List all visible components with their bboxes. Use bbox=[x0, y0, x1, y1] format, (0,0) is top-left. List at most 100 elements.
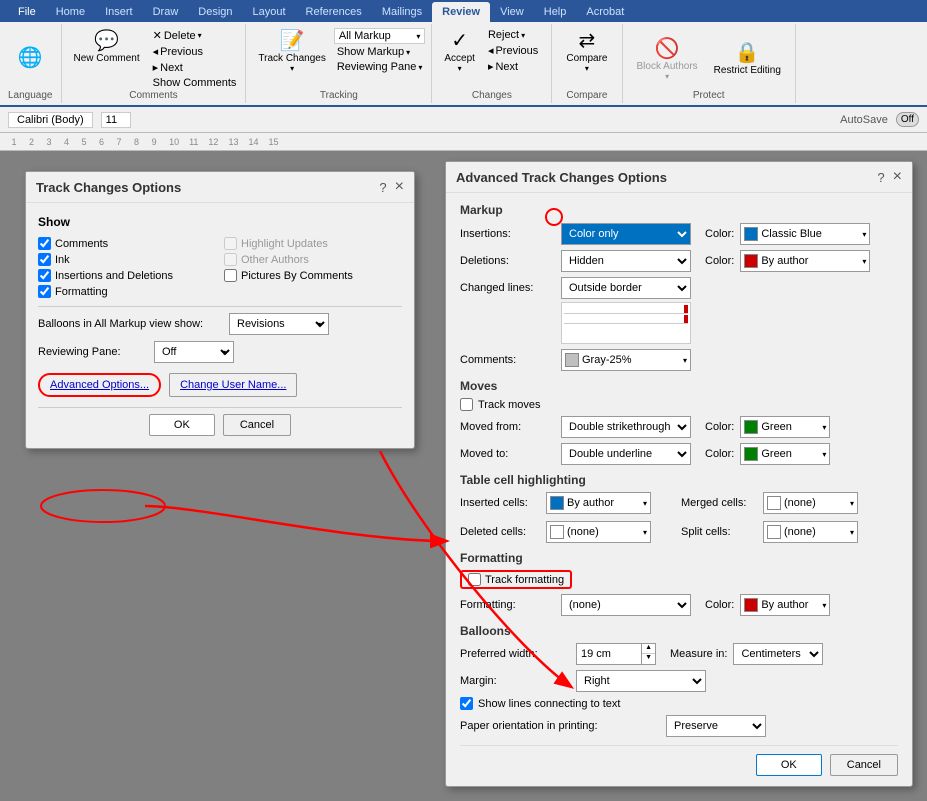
tco-help-button[interactable]: ? bbox=[379, 180, 386, 195]
reject-button[interactable]: Reject ▾ bbox=[485, 28, 541, 42]
next-comment-button[interactable]: ▸ Next bbox=[150, 60, 240, 75]
cb-pictures-input[interactable] bbox=[224, 269, 237, 282]
cb-other-authors: Other Authors bbox=[224, 253, 402, 266]
tco-ok-button[interactable]: OK bbox=[149, 414, 215, 436]
atco-moved-to-color-arrow: ▾ bbox=[822, 450, 826, 459]
atco-inserted-cells-select[interactable]: By author ▾ bbox=[546, 492, 651, 514]
tco-link-buttons-row: Advanced Options... Change User Name... bbox=[38, 373, 402, 397]
tco-reviewing-select[interactable]: Off bbox=[154, 341, 234, 363]
tab-view[interactable]: View bbox=[490, 2, 534, 22]
tab-references[interactable]: References bbox=[296, 2, 372, 22]
tab-acrobat[interactable]: Acrobat bbox=[576, 2, 634, 22]
atco-help-button[interactable]: ? bbox=[877, 170, 884, 185]
tco-title: Track Changes Options bbox=[36, 180, 181, 195]
change-user-name-button[interactable]: Change User Name... bbox=[169, 373, 297, 397]
atco-deleted-cells-select[interactable]: (none) ▾ bbox=[546, 521, 651, 543]
restrict-editing-button[interactable]: 🔒 Restrict Editing bbox=[708, 38, 787, 78]
atco-show-lines-checkbox[interactable] bbox=[460, 697, 473, 710]
atco-width-down[interactable]: ▼ bbox=[642, 654, 655, 664]
atco-comments-color-name: Gray-25% bbox=[582, 354, 680, 366]
tab-file[interactable]: File bbox=[8, 2, 46, 22]
tab-help[interactable]: Help bbox=[534, 2, 577, 22]
atco-cancel-button[interactable]: Cancel bbox=[830, 754, 898, 776]
atco-deletions-select[interactable]: Hidden bbox=[561, 250, 691, 272]
block-authors-button[interactable]: 🚫 Block Authors ▾ bbox=[631, 34, 704, 83]
font-name[interactable]: Calibri (Body) bbox=[8, 112, 93, 128]
atco-track-formatting-checkbox[interactable] bbox=[468, 573, 481, 586]
atco-preferred-width-input[interactable]: 19 cm ▲ ▼ bbox=[576, 643, 656, 665]
previous-comment-button[interactable]: ◂ Previous bbox=[150, 44, 240, 59]
tco-close-button[interactable]: × bbox=[395, 178, 404, 196]
cb-formatting[interactable]: Formatting bbox=[38, 285, 216, 298]
reviewing-pane-button[interactable]: Reviewing Pane ▾ bbox=[334, 60, 426, 74]
cb-comments-label: Comments bbox=[55, 238, 108, 250]
atco-width-spinner[interactable]: ▲ ▼ bbox=[641, 644, 655, 664]
cb-pictures[interactable]: Pictures By Comments bbox=[224, 269, 402, 282]
tab-home[interactable]: Home bbox=[46, 2, 95, 22]
compare-button[interactable]: ⇄ Compare ▾ bbox=[560, 26, 613, 75]
track-changes-button[interactable]: 📝 Track Changes ▾ bbox=[252, 26, 331, 75]
atco-preferred-width-value: 19 cm bbox=[577, 648, 641, 660]
cb-ink[interactable]: Ink bbox=[38, 253, 216, 266]
show-comments-button[interactable]: Show Comments bbox=[150, 76, 240, 90]
tab-design[interactable]: Design bbox=[188, 2, 242, 22]
tracking-right-col: All Markup ▾ Show Markup ▾ Reviewing Pan… bbox=[334, 26, 426, 74]
document-area: Track Changes Options ? × Show Comments … bbox=[0, 151, 927, 801]
atco-merged-cells-select[interactable]: (none) ▾ bbox=[763, 492, 858, 514]
cb-other-authors-input[interactable] bbox=[224, 253, 237, 266]
atco-track-moves-row[interactable]: Track moves bbox=[460, 398, 898, 411]
tab-layout[interactable]: Layout bbox=[243, 2, 296, 22]
atco-width-up[interactable]: ▲ bbox=[642, 644, 655, 654]
atco-show-lines-row[interactable]: Show lines connecting to text bbox=[460, 697, 898, 710]
cb-highlight: Highlight Updates bbox=[224, 237, 402, 250]
atco-split-cells-swatch bbox=[767, 525, 781, 539]
preview-line2 bbox=[564, 315, 688, 324]
atco-fmt-select[interactable]: (none) bbox=[561, 594, 691, 616]
tco-balloons-select[interactable]: Revisions bbox=[229, 313, 329, 335]
atco-close-button[interactable]: × bbox=[893, 168, 902, 186]
cb-comments[interactable]: Comments bbox=[38, 237, 216, 250]
language-buttons: 🌐 bbox=[18, 26, 43, 90]
advanced-options-button[interactable]: Advanced Options... bbox=[38, 373, 161, 397]
atco-moved-from-color-row: Green ▾ bbox=[740, 416, 830, 438]
delete-button[interactable]: ✕ Delete ▾ bbox=[150, 28, 240, 43]
tab-mailings[interactable]: Mailings bbox=[372, 2, 432, 22]
atco-paper-orientation-select[interactable]: Preserve bbox=[666, 715, 766, 737]
autosave-toggle[interactable]: Off bbox=[896, 112, 919, 127]
tab-draw[interactable]: Draw bbox=[143, 2, 189, 22]
cb-formatting-input[interactable] bbox=[38, 285, 51, 298]
cb-ink-input[interactable] bbox=[38, 253, 51, 266]
atco-fmt-color-swatch bbox=[744, 598, 758, 612]
atco-insertions-select[interactable]: Color only bbox=[561, 223, 691, 245]
cb-comments-input[interactable] bbox=[38, 237, 51, 250]
cb-insertions-input[interactable] bbox=[38, 269, 51, 282]
previous-change-button[interactable]: ◂ Previous bbox=[485, 43, 541, 58]
tco-divider1 bbox=[38, 306, 402, 307]
atco-ok-button[interactable]: OK bbox=[756, 754, 822, 776]
atco-changed-lines-select[interactable]: Outside border bbox=[561, 277, 691, 299]
tab-insert[interactable]: Insert bbox=[95, 2, 143, 22]
atco-split-cells-select[interactable]: (none) ▾ bbox=[763, 521, 858, 543]
atco-moved-to-select[interactable]: Double underline bbox=[561, 443, 691, 465]
reject-label: Reject bbox=[488, 29, 519, 41]
new-comment-button[interactable]: 💬 New Comment bbox=[68, 26, 146, 66]
all-markup-select[interactable]: All Markup ▾ bbox=[334, 28, 426, 44]
atco-formatting-section-label: Formatting bbox=[460, 551, 898, 565]
cb-highlight-input[interactable] bbox=[224, 237, 237, 250]
cb-formatting-label: Formatting bbox=[55, 286, 108, 298]
tab-review[interactable]: Review bbox=[432, 2, 490, 22]
next-change-button[interactable]: ▸ Next bbox=[485, 59, 541, 74]
show-markup-button[interactable]: Show Markup ▾ bbox=[334, 45, 426, 59]
atco-inserted-cells-arrow: ▾ bbox=[643, 499, 647, 508]
atco-moved-from-select[interactable]: Double strikethrough bbox=[561, 416, 691, 438]
atco-fmt-color-row: By author ▾ bbox=[740, 594, 830, 616]
cb-ink-label: Ink bbox=[55, 254, 70, 266]
accept-button[interactable]: ✓ Accept ▾ bbox=[438, 26, 481, 75]
tco-cancel-button[interactable]: Cancel bbox=[223, 414, 291, 436]
atco-measure-in-select[interactable]: Centimeters bbox=[733, 643, 823, 665]
atco-margin-select[interactable]: Right bbox=[576, 670, 706, 692]
atco-margin-row: Margin: Right bbox=[460, 670, 898, 692]
atco-track-moves-checkbox[interactable] bbox=[460, 398, 473, 411]
cb-insertions[interactable]: Insertions and Deletions bbox=[38, 269, 216, 282]
font-size[interactable]: 11 bbox=[101, 112, 131, 128]
